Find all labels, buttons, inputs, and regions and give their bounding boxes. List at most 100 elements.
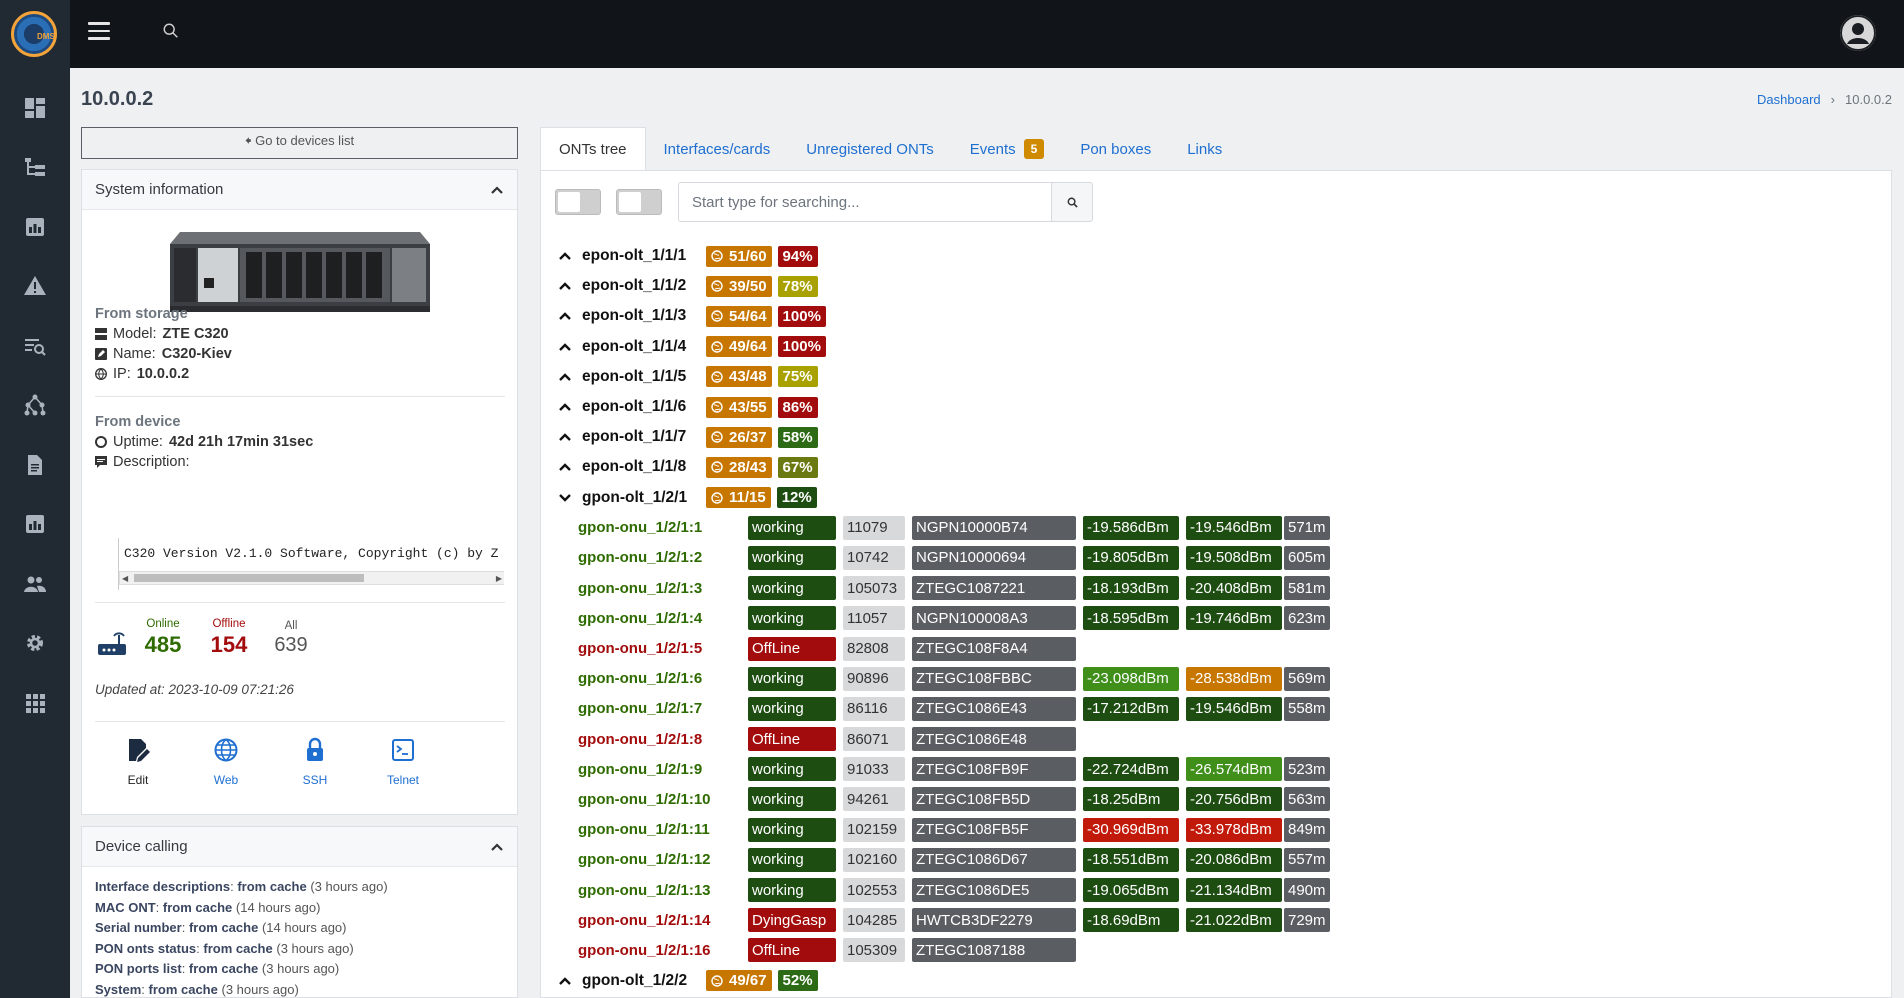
onu-name[interactable]: gpon-onu_1/2/1:7 xyxy=(578,700,748,717)
scroll-thumb[interactable] xyxy=(134,574,364,582)
onu-row[interactable]: gpon-onu_1/2/1:12 working 102160 ZTEGC1086D… xyxy=(557,845,1877,875)
olt-row[interactable]: epon-olt_1/1/2 39/50 78% xyxy=(557,271,1877,301)
onu-name[interactable]: gpon-onu_1/2/1:8 xyxy=(578,731,748,748)
olt-name[interactable]: epon-olt_1/1/3 xyxy=(582,307,706,325)
search-icon[interactable] xyxy=(162,22,182,42)
olt-row[interactable]: gpon-olt_1/2/2 49/67 52% xyxy=(557,966,1877,996)
olt-row[interactable]: epon-olt_1/1/4 49/64 100% xyxy=(557,332,1877,362)
onu-name[interactable]: gpon-onu_1/2/1:1 xyxy=(578,519,748,536)
chevron-up-icon[interactable] xyxy=(557,278,573,294)
olt-row[interactable]: epon-olt_1/1/8 28/43 67% xyxy=(557,452,1877,482)
chevron-up-icon[interactable] xyxy=(557,308,573,324)
onu-row[interactable]: gpon-onu_1/2/1:5 OffLine 82808 ZTEGC108F8A4 xyxy=(557,633,1877,663)
toggle-switch[interactable] xyxy=(555,189,601,215)
olt-row[interactable]: epon-olt_1/1/6 43/55 86% xyxy=(557,392,1877,422)
olt-row[interactable]: epon-olt_1/1/5 43/48 75% xyxy=(557,362,1877,392)
olt-name[interactable]: epon-olt_1/1/4 xyxy=(582,338,706,356)
ssh-button[interactable]: SSH xyxy=(285,737,345,788)
olt-row[interactable]: epon-olt_1/1/1 51/60 94% xyxy=(557,241,1877,271)
sidebar-item-device[interactable] xyxy=(0,495,70,555)
olt-row[interactable]: epon-olt_1/1/3 54/64 100% xyxy=(557,301,1877,331)
sidebar-item-warning[interactable] xyxy=(0,257,70,317)
onu-name[interactable]: gpon-onu_1/2/1:10 xyxy=(578,791,748,808)
olt-name[interactable]: gpon-olt_1/2/2 xyxy=(582,972,706,990)
onu-row[interactable]: gpon-onu_1/2/1:13 working 102553 ZTEGC1086D… xyxy=(557,875,1877,905)
sidebar-item-gear[interactable] xyxy=(0,614,70,674)
toggle-switch[interactable] xyxy=(616,189,662,215)
olt-name[interactable]: epon-olt_1/1/7 xyxy=(582,428,706,446)
chevron-down-icon[interactable] xyxy=(557,490,573,506)
tab-links[interactable]: Links xyxy=(1169,127,1240,171)
onu-name[interactable]: gpon-onu_1/2/1:9 xyxy=(578,761,748,778)
olt-name[interactable]: epon-olt_1/1/1 xyxy=(582,247,706,265)
system-info-header[interactable]: System information xyxy=(82,170,517,210)
olt-name[interactable]: gpon-olt_1/2/1 xyxy=(582,489,706,507)
sidebar-item-document[interactable] xyxy=(0,435,70,495)
onu-name[interactable]: gpon-onu_1/2/1:11 xyxy=(578,821,748,838)
onu-row[interactable]: gpon-onu_1/2/1:4 working 11057 NGPN100008A3… xyxy=(557,603,1877,633)
onu-row[interactable]: gpon-onu_1/2/1:6 working 90896 ZTEGC108FBBC… xyxy=(557,664,1877,694)
search-button[interactable] xyxy=(1051,182,1093,222)
onu-row[interactable]: gpon-onu_1/2/1:14 DyingGasp 104285 HWTCB3DF… xyxy=(557,905,1877,935)
edit-button[interactable]: Edit xyxy=(108,737,168,788)
onu-row[interactable]: gpon-onu_1/2/1:16 OffLine 105309 ZTEGC10871… xyxy=(557,935,1877,965)
web-button[interactable]: Web xyxy=(196,737,256,788)
go-to-devices-button[interactable]: 🠸 Go to devices list xyxy=(81,127,518,159)
onu-row[interactable]: gpon-onu_1/2/1:3 working 105073 ZTEGC108722… xyxy=(557,573,1877,603)
telnet-button[interactable]: Telnet xyxy=(373,737,433,788)
olt-name[interactable]: epon-olt_1/1/2 xyxy=(582,277,706,295)
olt-row[interactable]: gpon-olt_1/2/1 11/15 12% xyxy=(557,483,1877,513)
onu-name[interactable]: gpon-onu_1/2/1:14 xyxy=(578,912,748,929)
onu-row[interactable]: gpon-onu_1/2/1:8 OffLine 86071 ZTEGC1086E48 xyxy=(557,724,1877,754)
onu-row[interactable]: gpon-onu_1/2/1:11 working 102159 ZTEGC108FB… xyxy=(557,815,1877,845)
olt-name[interactable]: epon-olt_1/1/6 xyxy=(582,398,706,416)
chevron-up-icon[interactable] xyxy=(489,182,505,198)
sidebar-item-dashboard[interactable] xyxy=(0,78,70,138)
description-scrollbar[interactable]: ◀ ▶ xyxy=(119,571,504,585)
user-avatar[interactable] xyxy=(1840,15,1876,51)
sidebar-item-apps[interactable] xyxy=(0,673,70,733)
menu-toggle-icon[interactable] xyxy=(88,22,110,44)
onu-name[interactable]: gpon-onu_1/2/1:16 xyxy=(578,942,748,959)
onu-name[interactable]: gpon-onu_1/2/1:4 xyxy=(578,610,748,627)
olt-row[interactable]: epon-olt_1/1/7 26/37 58% xyxy=(557,422,1877,452)
chevron-up-icon[interactable] xyxy=(557,369,573,385)
scroll-right-icon[interactable]: ▶ xyxy=(496,574,502,583)
sidebar-item-device[interactable] xyxy=(0,197,70,257)
chevron-up-icon[interactable] xyxy=(557,339,573,355)
tab-pon-boxes[interactable]: Pon boxes xyxy=(1062,127,1169,171)
sidebar-item-search-list[interactable] xyxy=(0,316,70,376)
onu-row[interactable]: gpon-onu_1/2/1:9 working 91033 ZTEGC108FB9F… xyxy=(557,754,1877,784)
app-logo[interactable]: DMS xyxy=(11,11,57,57)
sidebar-item-tree[interactable] xyxy=(0,138,70,198)
onu-name[interactable]: gpon-onu_1/2/1:5 xyxy=(578,640,748,657)
device-calling-header[interactable]: Device calling xyxy=(82,827,517,867)
tree-search-input[interactable] xyxy=(678,182,1052,222)
olt-name[interactable]: epon-olt_1/1/8 xyxy=(582,458,706,476)
onu-row[interactable]: gpon-onu_1/2/1:1 working 11079 NGPN10000B74… xyxy=(557,513,1877,543)
onu-row[interactable]: gpon-onu_1/2/1:10 working 94261 ZTEGC108FB5… xyxy=(557,784,1877,814)
chevron-up-icon[interactable] xyxy=(557,429,573,445)
chevron-up-icon[interactable] xyxy=(489,839,505,855)
onu-row[interactable]: gpon-onu_1/2/1:7 working 86116 ZTEGC1086E43… xyxy=(557,694,1877,724)
onu-name[interactable]: gpon-onu_1/2/1:2 xyxy=(578,549,748,566)
chevron-up-icon[interactable] xyxy=(557,973,573,989)
chevron-up-icon[interactable] xyxy=(557,399,573,415)
scroll-left-icon[interactable]: ◀ xyxy=(122,574,128,583)
onu-name[interactable]: gpon-onu_1/2/1:12 xyxy=(578,851,748,868)
chevron-up-icon[interactable] xyxy=(557,459,573,475)
onu-name[interactable]: gpon-onu_1/2/1:6 xyxy=(578,670,748,687)
description-box[interactable]: C320 Version V2.1.0 Software, Copyright … xyxy=(118,538,504,590)
tab-interfaces-cards[interactable]: Interfaces/cards xyxy=(646,127,789,171)
chevron-up-icon[interactable] xyxy=(557,248,573,264)
sidebar-item-topology[interactable] xyxy=(0,376,70,436)
breadcrumb-dashboard[interactable]: Dashboard xyxy=(1757,92,1821,107)
olt-name[interactable]: epon-olt_1/1/5 xyxy=(582,368,706,386)
sidebar-item-users[interactable] xyxy=(0,554,70,614)
onu-name[interactable]: gpon-onu_1/2/1:3 xyxy=(578,580,748,597)
onu-name[interactable]: gpon-onu_1/2/1:13 xyxy=(578,882,748,899)
tab-events[interactable]: Events 5 xyxy=(952,127,1063,171)
tab-onts-tree[interactable]: ONTs tree xyxy=(540,127,646,171)
onu-row[interactable]: gpon-onu_1/2/1:2 working 10742 NGPN10000694… xyxy=(557,543,1877,573)
tab-unregistered-onts[interactable]: Unregistered ONTs xyxy=(788,127,952,171)
